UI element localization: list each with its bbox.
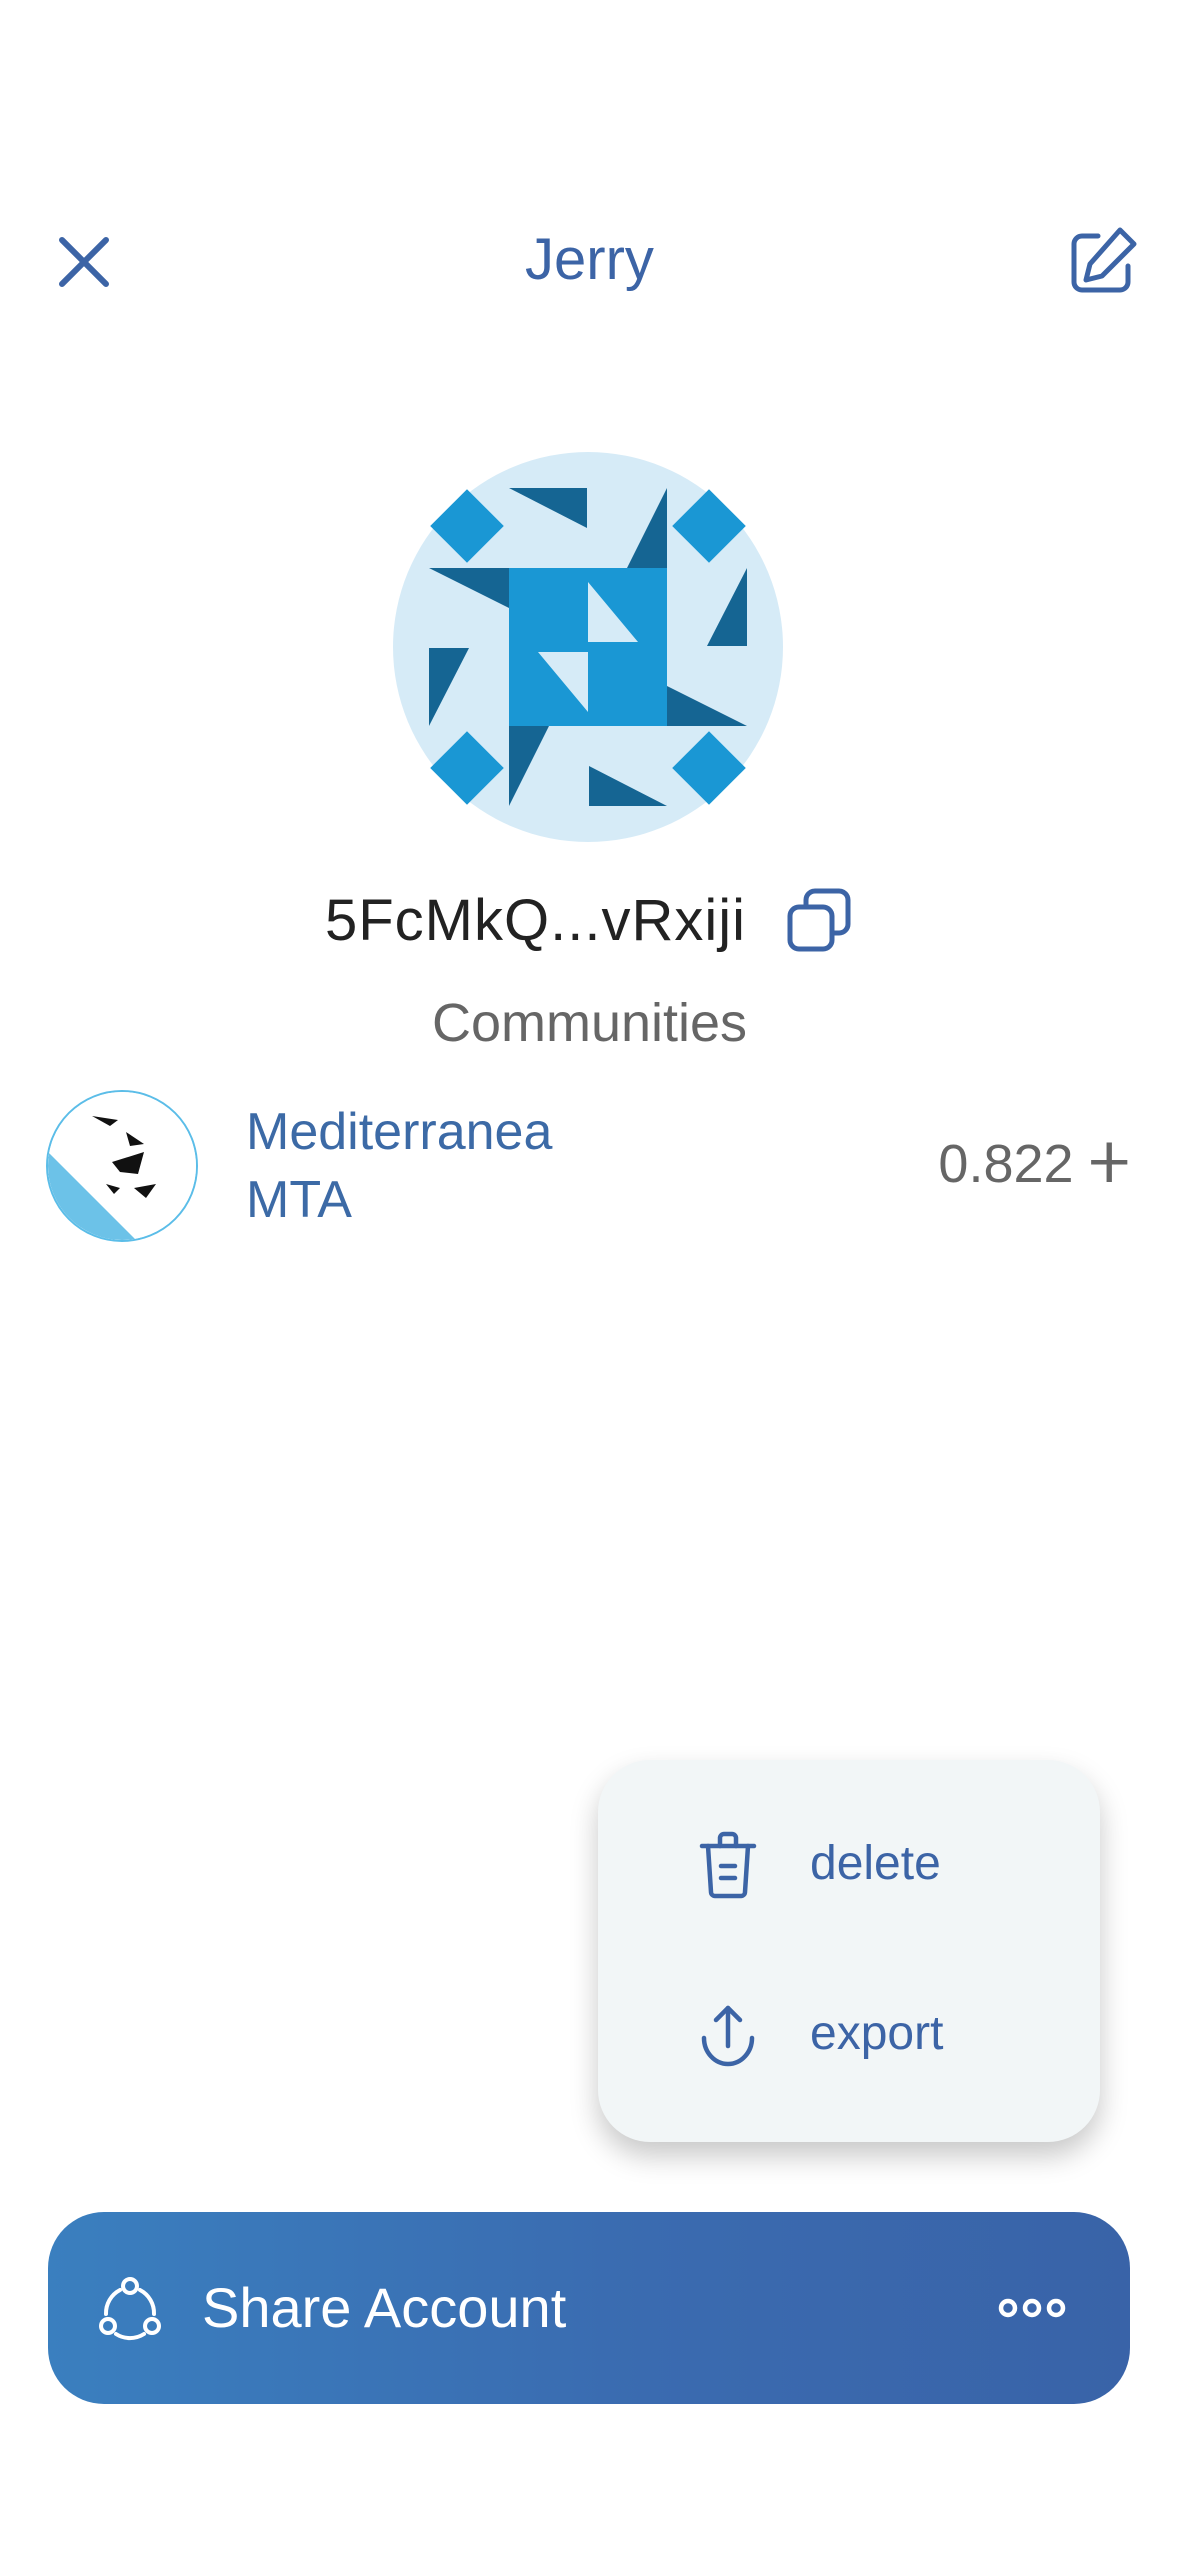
delete-label: delete [810, 1837, 941, 1890]
account-address: 5FcMkQ...vRxiji [325, 887, 746, 953]
community-item[interactable]: Mediterranea MTA 0.822 ⵜ [46, 1090, 1136, 1250]
account-identicon [393, 452, 783, 842]
upload-icon [701, 2005, 755, 2067]
more-options-button[interactable] [996, 2278, 1068, 2338]
copy-icon [787, 888, 851, 952]
community-logo [46, 1090, 198, 1242]
share-icon [99, 2277, 161, 2341]
menu-item-export[interactable]: export [598, 1950, 1100, 2110]
more-icon [998, 2298, 1066, 2318]
edit-button[interactable] [1062, 222, 1142, 302]
trash-icon [699, 1831, 757, 1899]
menu-item-delete[interactable]: delete [598, 1780, 1100, 1940]
page-title: Jerry [525, 227, 654, 292]
copy-address-button[interactable] [784, 885, 854, 955]
account-options-menu: delete export [598, 1760, 1100, 2142]
community-name: Mediterranea [246, 1103, 553, 1161]
community-balance: 0.822 ⵜ [938, 1134, 1130, 1194]
address-row: 5FcMkQ...vRxiji [0, 880, 1179, 960]
export-label: export [810, 2007, 944, 2060]
edit-icon [1071, 227, 1137, 293]
communities-heading: Communities [431, 993, 748, 1053]
community-symbol: MTA [246, 1171, 352, 1229]
share-account-label: Share Account [202, 2276, 567, 2339]
share-account-button[interactable]: Share Account [48, 2212, 1130, 2404]
